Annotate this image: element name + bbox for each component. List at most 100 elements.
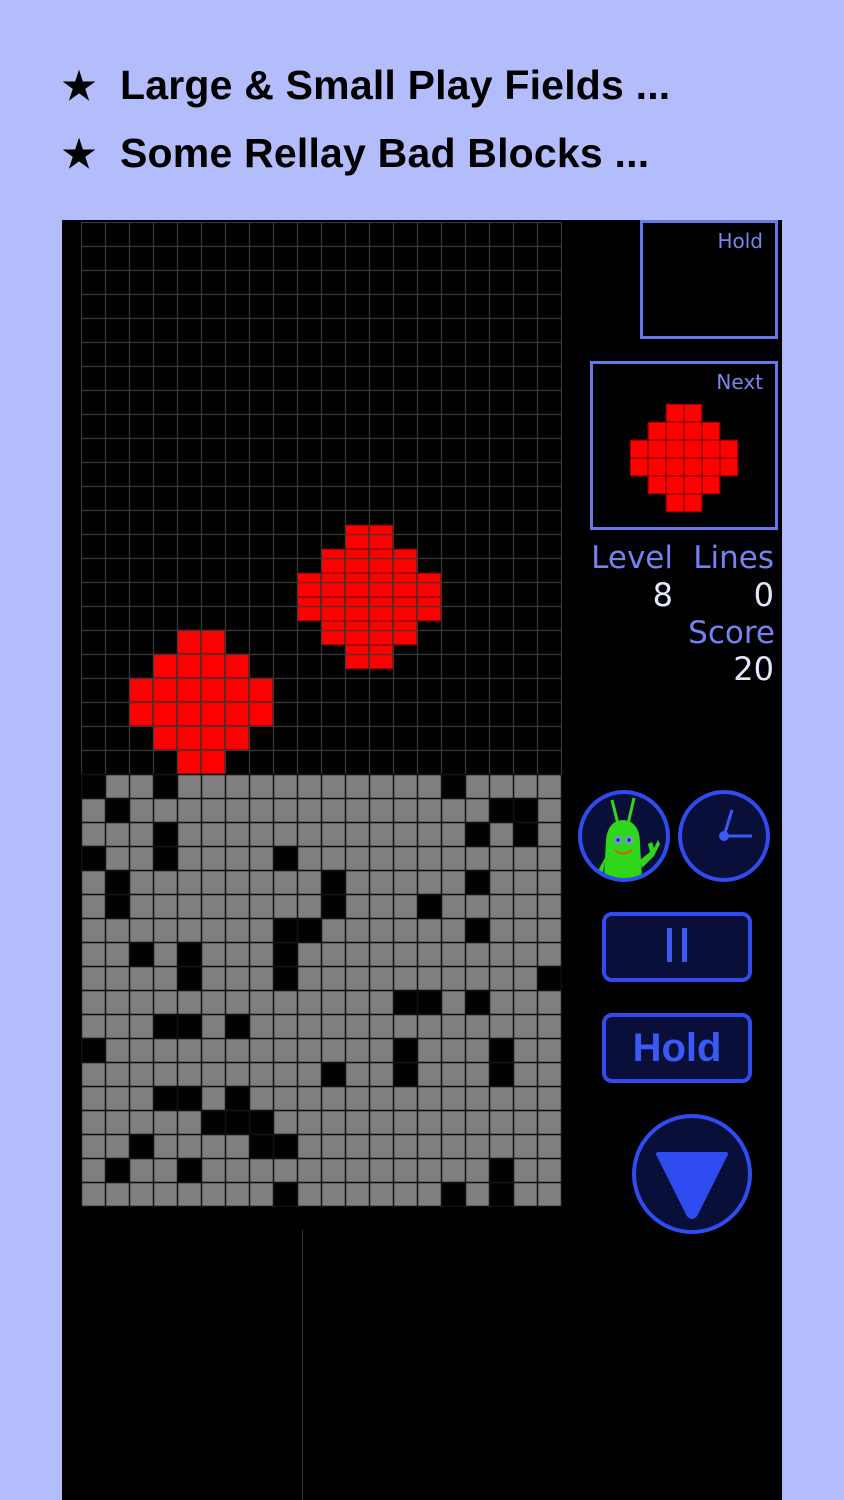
- garbage-block: [441, 966, 465, 990]
- next-piece-block: [665, 404, 685, 423]
- garbage-block: [81, 1158, 105, 1182]
- garbage-block: [489, 774, 513, 798]
- garbage-block: [129, 1014, 153, 1038]
- mascot-button[interactable]: [578, 790, 670, 882]
- garbage-block: [201, 774, 225, 798]
- garbage-block: [441, 822, 465, 846]
- piece-block: [200, 629, 226, 655]
- garbage-block: [393, 942, 417, 966]
- garbage-block: [393, 822, 417, 846]
- garbage-block: [105, 966, 129, 990]
- garbage-block: [153, 1182, 177, 1206]
- hard-drop-button[interactable]: [632, 1114, 752, 1234]
- piece-block: [320, 572, 346, 598]
- garbage-block: [537, 1038, 561, 1062]
- garbage-block: [201, 1182, 225, 1206]
- next-piece-block: [683, 421, 703, 441]
- garbage-block: [345, 990, 369, 1014]
- feature-text: Large & Small Play Fields ...: [120, 62, 671, 108]
- level-label: Level: [591, 540, 673, 576]
- garbage-block: [489, 1014, 513, 1038]
- garbage-block: [225, 870, 249, 894]
- garbage-block: [201, 1014, 225, 1038]
- garbage-block: [465, 798, 489, 822]
- garbage-block: [369, 1158, 393, 1182]
- garbage-block: [177, 846, 201, 870]
- next-piece-block: [683, 439, 703, 459]
- garbage-block: [225, 1038, 249, 1062]
- garbage-block: [489, 918, 513, 942]
- garbage-block: [417, 1134, 441, 1158]
- garbage-block: [369, 1134, 393, 1158]
- piece-block: [128, 677, 154, 703]
- garbage-block: [441, 1158, 465, 1182]
- garbage-block: [513, 1182, 537, 1206]
- garbage-block: [297, 1134, 321, 1158]
- next-piece-block: [701, 475, 721, 495]
- garbage-block: [537, 1110, 561, 1134]
- garbage-block: [153, 1062, 177, 1086]
- speed-clock-button[interactable]: [678, 790, 770, 882]
- garbage-block: [345, 870, 369, 894]
- play-field-grid: [81, 222, 562, 1207]
- pause-button[interactable]: [602, 912, 752, 982]
- feature-line-play-fields: ★ Large & Small Play Fields ...: [62, 62, 670, 109]
- garbage-block: [537, 990, 561, 1014]
- garbage-block: [177, 990, 201, 1014]
- garbage-block: [345, 1086, 369, 1110]
- hold-button[interactable]: Hold: [602, 1013, 752, 1083]
- garbage-block: [321, 1014, 345, 1038]
- lines-label: Lines: [693, 540, 774, 576]
- garbage-block: [273, 1038, 297, 1062]
- garbage-block: [153, 918, 177, 942]
- garbage-block: [321, 846, 345, 870]
- garbage-block: [441, 870, 465, 894]
- piece-block: [320, 548, 346, 574]
- garbage-block: [129, 870, 153, 894]
- garbage-block: [345, 846, 369, 870]
- garbage-block: [537, 870, 561, 894]
- garbage-block: [105, 918, 129, 942]
- garbage-block: [441, 1038, 465, 1062]
- garbage-block: [537, 798, 561, 822]
- garbage-block: [129, 774, 153, 798]
- garbage-block: [105, 990, 129, 1014]
- garbage-block: [513, 1158, 537, 1182]
- garbage-block: [297, 1158, 321, 1182]
- garbage-block: [225, 990, 249, 1014]
- piece-block: [224, 653, 250, 679]
- garbage-block: [201, 1062, 225, 1086]
- garbage-block: [393, 918, 417, 942]
- garbage-block: [345, 822, 369, 846]
- garbage-block: [369, 822, 393, 846]
- garbage-block: [321, 942, 345, 966]
- garbage-block: [249, 966, 273, 990]
- garbage-block: [153, 1038, 177, 1062]
- garbage-block: [225, 1182, 249, 1206]
- garbage-block: [177, 1110, 201, 1134]
- garbage-block: [369, 966, 393, 990]
- garbage-block: [345, 1134, 369, 1158]
- garbage-block: [249, 1038, 273, 1062]
- piece-block: [368, 524, 394, 550]
- piece-block: [176, 629, 202, 655]
- garbage-block: [105, 774, 129, 798]
- down-triangle-icon: [656, 1152, 728, 1219]
- next-piece-block: [701, 439, 721, 459]
- garbage-block: [417, 1110, 441, 1134]
- garbage-block: [129, 1158, 153, 1182]
- garbage-block: [441, 942, 465, 966]
- garbage-block: [81, 1182, 105, 1206]
- garbage-block: [369, 1038, 393, 1062]
- play-field[interactable]: [81, 222, 562, 1207]
- garbage-block: [249, 1014, 273, 1038]
- piece-block: [344, 548, 370, 574]
- piece-block: [392, 620, 418, 646]
- garbage-block: [81, 942, 105, 966]
- garbage-block: [129, 1182, 153, 1206]
- garbage-block: [441, 1086, 465, 1110]
- garbage-block: [105, 1062, 129, 1086]
- garbage-block: [81, 1062, 105, 1086]
- garbage-block: [321, 1182, 345, 1206]
- next-piece-block: [701, 421, 721, 441]
